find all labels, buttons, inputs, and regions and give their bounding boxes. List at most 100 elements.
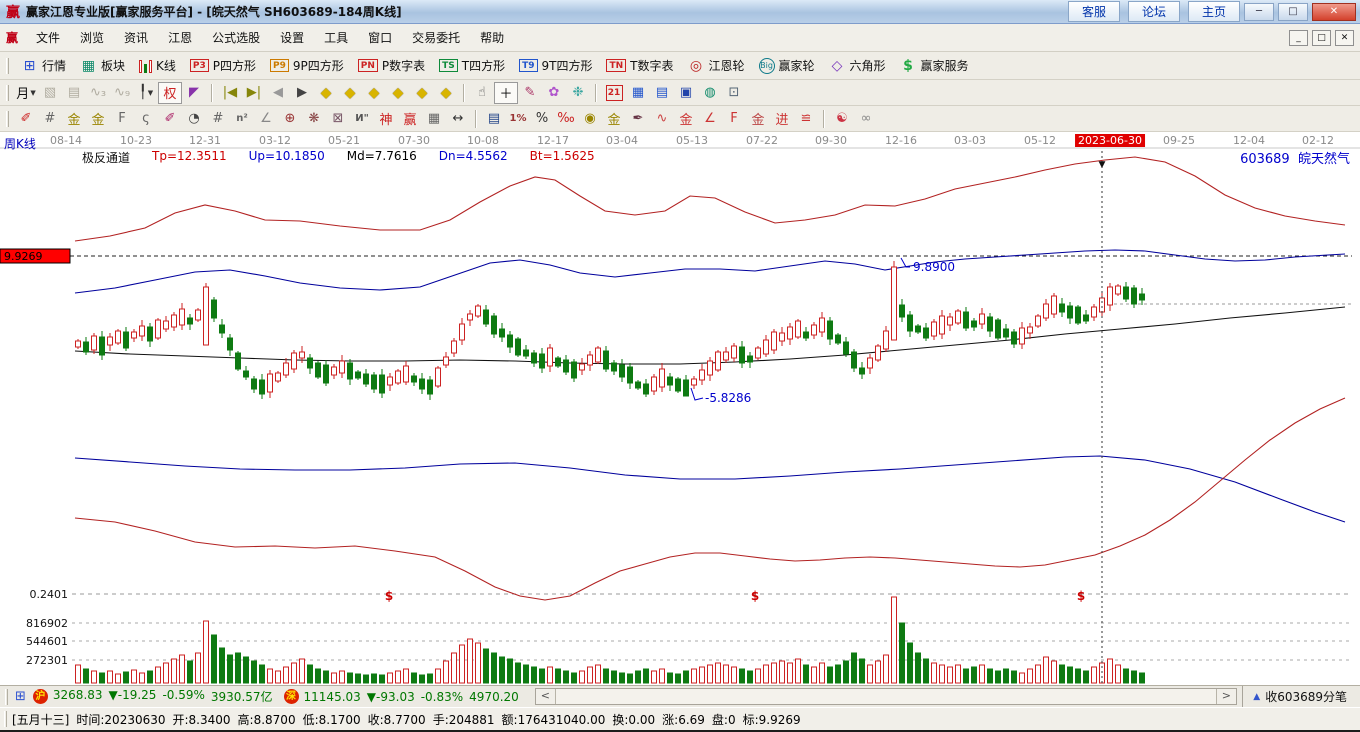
menu-browse[interactable]: 浏览 bbox=[70, 25, 114, 50]
percent-tool-icon[interactable]: % bbox=[530, 108, 554, 130]
marker-pin-button[interactable]: ✎ bbox=[518, 82, 542, 104]
child-restore-button[interactable]: □ bbox=[1312, 29, 1331, 46]
f-ruler-icon[interactable]: F bbox=[110, 108, 134, 130]
gann-diamond-horizontal-icon[interactable]: ◆ bbox=[362, 82, 386, 104]
price-grid-icon[interactable]: # bbox=[206, 108, 230, 130]
gold-circle-icon[interactable]: ◉ bbox=[578, 108, 602, 130]
first-page-button[interactable]: |◀ bbox=[218, 82, 242, 104]
menu-trade-entrust[interactable]: 交易委托 bbox=[402, 25, 470, 50]
menu-window[interactable]: 窗口 bbox=[358, 25, 402, 50]
child-close-button[interactable]: ✕ bbox=[1335, 29, 1354, 46]
f-line-icon[interactable]: F bbox=[722, 108, 746, 130]
quotes-button[interactable]: ⊞ 行情 bbox=[14, 54, 73, 78]
time-circle-icon[interactable]: ◔ bbox=[182, 108, 206, 130]
wave-tool-icon[interactable]: ∿ bbox=[650, 108, 674, 130]
gann-diamond-plus-icon[interactable]: ◆ bbox=[410, 82, 434, 104]
infinity-icon[interactable]: ∞ bbox=[854, 108, 878, 130]
shanghai-index-icon[interactable]: 沪 bbox=[32, 689, 48, 704]
grid-ruler-icon[interactable]: # bbox=[38, 108, 62, 130]
overlay-chart-icon[interactable]: ▧ bbox=[38, 82, 62, 104]
gann-wheel-small-icon[interactable]: ❋ bbox=[302, 108, 326, 130]
n-wave-icon[interactable]: И" bbox=[350, 108, 374, 130]
maximize-button[interactable]: □ bbox=[1278, 2, 1308, 21]
menu-news[interactable]: 资讯 bbox=[114, 25, 158, 50]
save-button[interactable]: ▣ bbox=[674, 82, 698, 104]
ying-tool-icon[interactable]: 赢 bbox=[398, 108, 422, 130]
n-square-icon[interactable]: n² bbox=[230, 108, 254, 130]
network-button[interactable]: ◍ bbox=[698, 82, 722, 104]
permille-tool-icon[interactable]: ‰ bbox=[554, 108, 578, 130]
yinyang-icon[interactable]: ☯ bbox=[830, 108, 854, 130]
angle-line-icon[interactable]: ∠ bbox=[698, 108, 722, 130]
t-square-button[interactable]: TS T四方形 bbox=[432, 54, 512, 78]
ma9-icon[interactable]: ∿₉ bbox=[110, 82, 134, 104]
shenzhen-index-icon[interactable]: 深 bbox=[283, 689, 299, 704]
p-number-table-button[interactable]: PN P数字表 bbox=[351, 54, 432, 78]
child-minimize-button[interactable]: _ bbox=[1289, 29, 1308, 46]
gold-grid-icon[interactable]: 金 bbox=[62, 108, 86, 130]
percent-line-icon[interactable]: 1% bbox=[506, 108, 530, 130]
menu-formula-stock-pick[interactable]: 公式选股 bbox=[202, 25, 270, 50]
span-measure-icon[interactable]: ↔ bbox=[446, 108, 470, 130]
angle-measure-icon[interactable]: ∠ bbox=[254, 108, 278, 130]
restore-rights-icon[interactable]: 权 bbox=[158, 81, 182, 104]
menu-settings[interactable]: 设置 bbox=[270, 25, 314, 50]
scrollbar-thumb[interactable] bbox=[555, 689, 1216, 704]
measure-lines-icon[interactable]: ▤ bbox=[482, 108, 506, 130]
pen-tool-icon[interactable]: ✒ bbox=[626, 108, 650, 130]
gann-wheel-button[interactable]: ◎ 江恩轮 bbox=[681, 54, 752, 78]
winner-wheel-button[interactable]: Big 赢家轮 bbox=[752, 54, 822, 78]
count-grid-icon[interactable]: ▦ bbox=[422, 108, 446, 130]
candle-style-dropdown[interactable]: ╿ ▼ bbox=[134, 82, 158, 104]
home-link[interactable]: 主页 bbox=[1187, 1, 1240, 22]
kline-button[interactable]: K线 bbox=[132, 54, 183, 78]
print-button[interactable]: ⊡ bbox=[722, 82, 746, 104]
gann-compass-icon[interactable]: ⊕ bbox=[278, 108, 302, 130]
gann-diamond-star-icon[interactable]: ◆ bbox=[434, 82, 458, 104]
trend-tool-icon[interactable]: ≌ bbox=[794, 108, 818, 130]
flower-mark-button[interactable]: ✿ bbox=[542, 82, 566, 104]
menu-help[interactable]: 帮助 bbox=[470, 25, 514, 50]
hand-tool-button[interactable]: ☝ bbox=[470, 82, 494, 104]
period-month-dropdown[interactable]: 月 ▼ bbox=[14, 82, 38, 104]
calculator-button[interactable]: ▦ bbox=[626, 82, 650, 104]
scroll-left-button[interactable]: < bbox=[535, 689, 556, 704]
gann-box-icon[interactable]: ⊠ bbox=[326, 108, 350, 130]
gold-fan-icon[interactable]: 金 bbox=[746, 108, 770, 130]
chart-horizontal-scrollbar[interactable]: < > bbox=[534, 688, 1237, 705]
shen-tool-icon[interactable]: 神 bbox=[374, 108, 398, 130]
menu-gann[interactable]: 江恩 bbox=[158, 25, 202, 50]
memo-gray-icon[interactable]: ▤ bbox=[62, 82, 86, 104]
close-button[interactable]: ✕ bbox=[1312, 2, 1356, 21]
pattern-mark-button[interactable]: ❉ bbox=[566, 82, 590, 104]
gold-level-icon[interactable]: 金 bbox=[602, 108, 626, 130]
hexagon-button[interactable]: ◇ 六角形 bbox=[822, 54, 893, 78]
prev-page-button[interactable]: ◀ bbox=[266, 82, 290, 104]
scroll-right-button[interactable]: > bbox=[1215, 689, 1236, 704]
gann-diamond-left-icon[interactable]: ◆ bbox=[314, 82, 338, 104]
nine-p-square-button[interactable]: P9 9P四方形 bbox=[263, 54, 351, 78]
p-square-button[interactable]: P3 P四方形 bbox=[183, 54, 263, 78]
quote-board-icon[interactable]: ⊞ bbox=[15, 689, 26, 704]
brush-tool-icon[interactable]: ✐ bbox=[14, 108, 38, 130]
next-page-button[interactable]: ▶ bbox=[290, 82, 314, 104]
last-page-button[interactable]: ▶| bbox=[242, 82, 266, 104]
spiral-tool-icon[interactable]: ς bbox=[134, 108, 158, 130]
crosshair-tool-button[interactable]: ＋ bbox=[494, 81, 518, 104]
winner-service-button[interactable]: $ 赢家服务 bbox=[893, 54, 976, 78]
menu-file[interactable]: 文件 bbox=[26, 25, 70, 50]
nine-t-square-button[interactable]: T9 9T四方形 bbox=[512, 54, 599, 78]
sectors-button[interactable]: ▦ 板块 bbox=[73, 54, 132, 78]
indicator-colors-icon[interactable]: ◤ bbox=[182, 82, 206, 104]
t-number-table-button[interactable]: TN T数字表 bbox=[599, 54, 680, 78]
speed-line-icon[interactable]: 进 bbox=[770, 108, 794, 130]
minimize-button[interactable]: ─ bbox=[1244, 2, 1274, 21]
kline-chart-canvas[interactable]: ▼ 9.8900 -5.8286 $ $ $9.9269 0.2401 816902 54460… bbox=[0, 132, 1360, 685]
forum-link[interactable]: 论坛 bbox=[1127, 1, 1180, 22]
support-link[interactable]: 客服 bbox=[1067, 1, 1120, 22]
ma3-icon[interactable]: ∿₃ bbox=[86, 82, 110, 104]
notes-button[interactable]: ▤ bbox=[650, 82, 674, 104]
gold-angle-icon[interactable]: 金 bbox=[674, 108, 698, 130]
gold-box-icon[interactable]: 金 bbox=[86, 108, 110, 130]
menu-tools[interactable]: 工具 bbox=[314, 25, 358, 50]
